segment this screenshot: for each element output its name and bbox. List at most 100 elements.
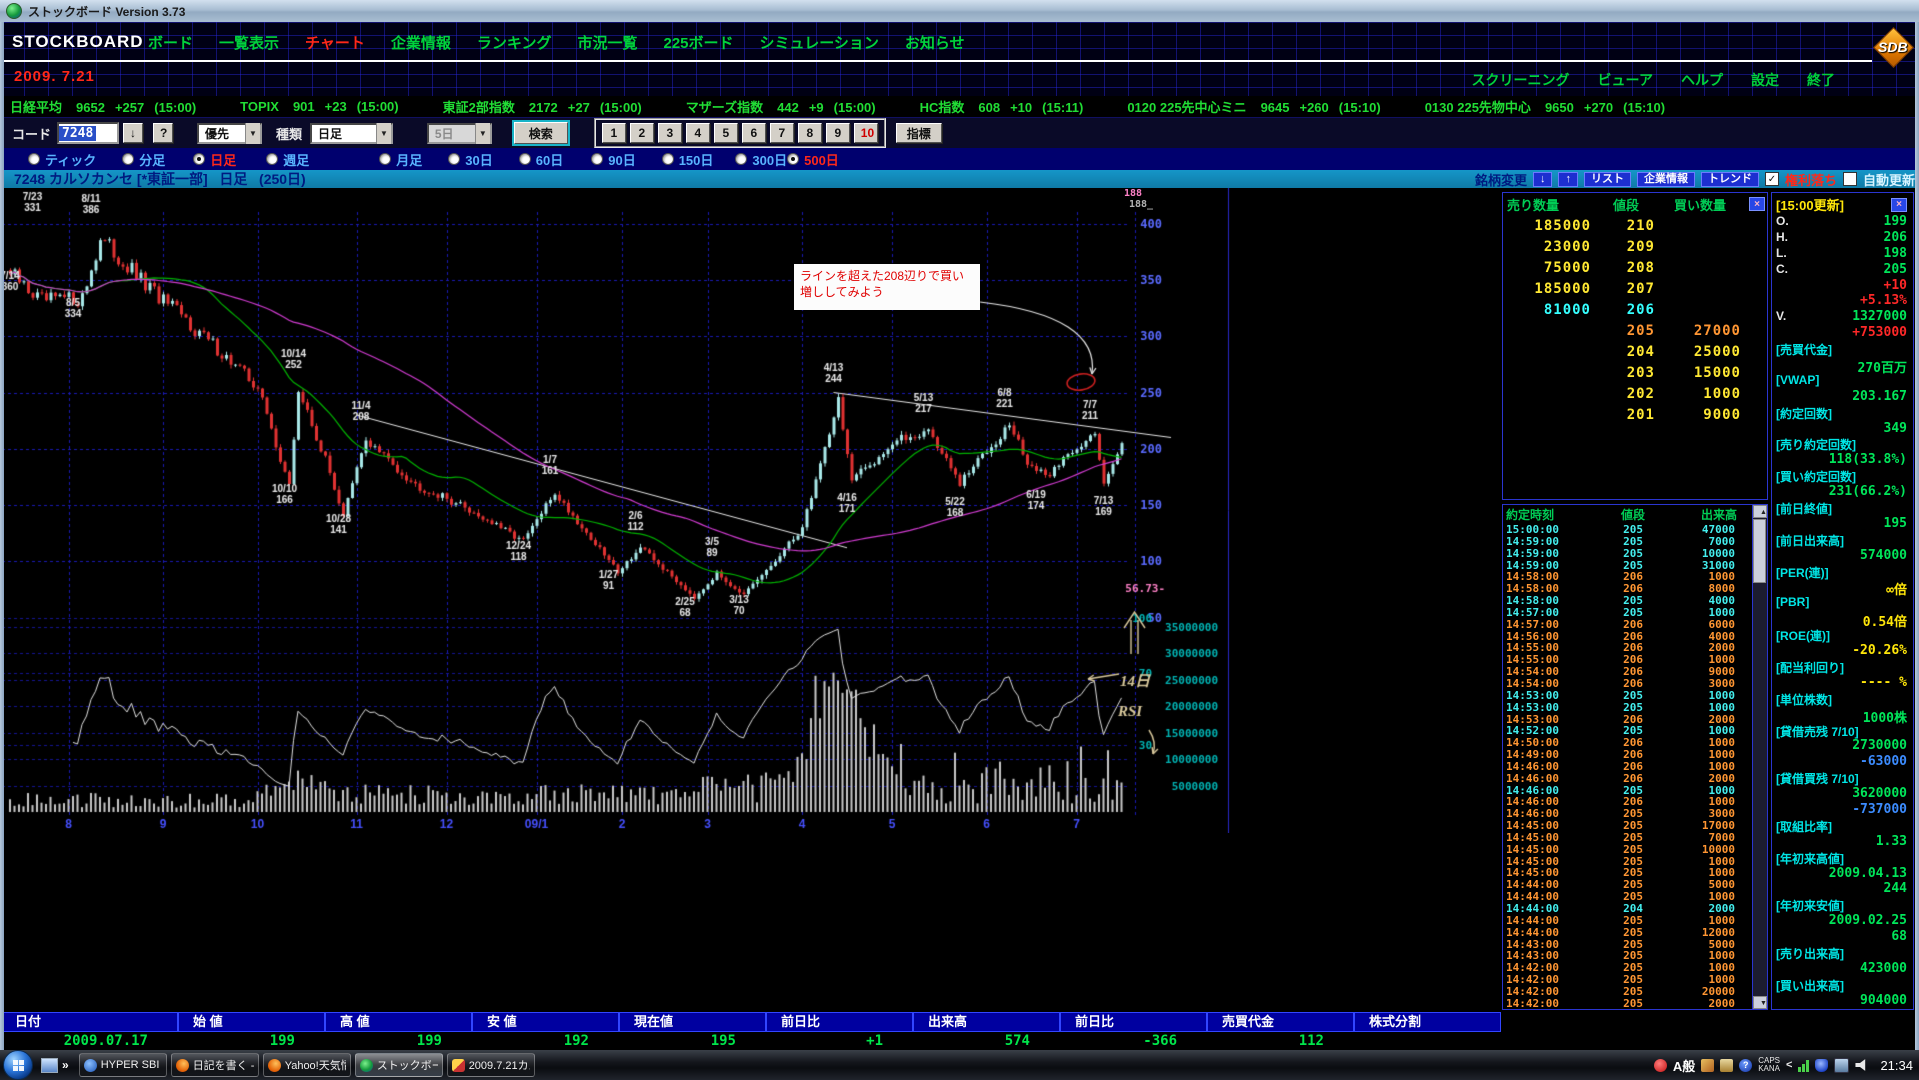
order-book-row: 2021000 <box>1503 383 1767 404</box>
stat-line: 2730000 <box>1776 738 1909 754</box>
caps-kana-indicator[interactable]: CAPSKANA <box>1758 1057 1780 1073</box>
trade-row: 14:45:0020510000 <box>1503 843 1753 855</box>
code-input[interactable]: 7248 <box>57 122 119 144</box>
close-icon[interactable]: × <box>1891 198 1907 212</box>
timeframe-radio[interactable]: ティック <box>28 150 96 169</box>
type-select[interactable]: 日足▼ <box>310 123 393 144</box>
timeframe-radio[interactable]: 週足 <box>266 150 309 169</box>
timeframe-radio[interactable]: 分足 <box>122 150 165 169</box>
stat-line: [貸借売残 7/10] <box>1776 723 1909 739</box>
order-book-panel: 売り数量 値段 買い数量 × 185000210 23000209 750002… <box>1502 192 1768 500</box>
index-quote: TOPIX901+23(15:00) <box>240 98 398 116</box>
stat-line: [売買代金] <box>1776 341 1909 357</box>
timeframe-radio[interactable]: 90日 <box>591 150 635 169</box>
network-icon[interactable] <box>1834 1058 1849 1073</box>
price-volume-rsi-chart[interactable] <box>2 188 1230 833</box>
indicator-button[interactable]: 指標 <box>896 123 942 143</box>
menu-item[interactable]: ヘルプ <box>1681 70 1723 90</box>
menu-item[interactable]: ランキング <box>477 32 552 53</box>
window-titlebar[interactable]: ストックボード Version 3.73 <box>0 0 1919 22</box>
page-number-button[interactable]: 9 <box>826 123 850 143</box>
taskbar-button[interactable]: HYPER SBI <box>79 1053 167 1077</box>
annotation-line: ラインを超えた208辺りで買い <box>800 268 974 284</box>
timeframe-radio[interactable]: 30日 <box>448 150 492 169</box>
symbol-down-button[interactable]: ↓ <box>1533 172 1553 187</box>
menu-item[interactable]: 設定 <box>1751 70 1779 90</box>
tray-expand-chevron[interactable]: < <box>1786 1059 1792 1071</box>
corner-price-label: 188_ <box>1129 199 1153 210</box>
time-sales-panel: 約定時刻 値段 出来高 15:00:0020547000 14:59:00205… <box>1502 504 1768 1010</box>
help-button[interactable]: ? <box>153 123 173 143</box>
trade-row: 15:00:0020547000 <box>1503 523 1753 535</box>
page-number-button[interactable]: 1 <box>602 123 626 143</box>
stat-line: 423000 <box>1776 961 1909 977</box>
menu-item[interactable]: スクリーニング <box>1472 70 1570 90</box>
menu-item[interactable]: 一覧表示 <box>219 32 279 53</box>
taskbar-button[interactable]: 日記を書く - Mozil... <box>171 1053 259 1077</box>
page-number-button[interactable]: 3 <box>658 123 682 143</box>
taskbar-buttons: HYPER SBI 日記を書く - Mozil... Yahoo!天気情報 - … <box>79 1053 535 1077</box>
taskbar-button[interactable]: 2009.7.21カルソ... <box>447 1053 535 1077</box>
page-number-button[interactable]: 6 <box>742 123 766 143</box>
code-spin-button[interactable]: ↓ <box>123 123 143 143</box>
order-book-row: 81000206 <box>1503 299 1767 320</box>
scrollbar-thumb[interactable] <box>1753 519 1766 583</box>
ime-mode-indicator[interactable]: A般 <box>1673 1056 1695 1075</box>
summary-value: 199 <box>325 1033 472 1049</box>
volume-icon[interactable] <box>1855 1059 1868 1072</box>
timeframe-radio[interactable]: 日足 <box>193 150 236 169</box>
stat-line: [約定回数] <box>1776 405 1909 421</box>
trend-button[interactable]: トレンド <box>1701 172 1759 187</box>
ime-help-icon[interactable]: ? <box>1739 1059 1752 1072</box>
taskbar-button[interactable]: ストックボード[Ve... <box>355 1053 443 1077</box>
status-tray-icon[interactable] <box>1654 1059 1667 1072</box>
menu-item[interactable]: 終了 <box>1807 70 1835 90</box>
auto-update-checkbox[interactable] <box>1843 172 1857 186</box>
menu-item[interactable]: シミュレーション <box>760 32 879 53</box>
page-number-button[interactable]: 10 <box>854 123 878 143</box>
radio-icon <box>519 153 531 165</box>
page-number-button[interactable]: 4 <box>686 123 710 143</box>
trade-row: 14:44:002055000 <box>1503 878 1753 890</box>
timeframe-radio[interactable]: 月足 <box>379 150 422 169</box>
security-shield-icon[interactable] <box>1815 1059 1828 1072</box>
scroll-down-icon[interactable]: ▼ <box>1753 996 1767 1009</box>
page-number-button[interactable]: 8 <box>798 123 822 143</box>
corp-info-button[interactable]: 企業情報 <box>1637 172 1695 187</box>
menu-item[interactable]: お知らせ <box>905 32 965 53</box>
menu-item[interactable]: 市況一覧 <box>577 32 637 53</box>
radio-icon <box>193 153 205 165</box>
page-number-button[interactable]: 7 <box>770 123 794 143</box>
list-button[interactable]: リスト <box>1584 172 1631 187</box>
timeframe-radio[interactable]: 500日 <box>787 150 839 169</box>
menu-item[interactable]: ボード <box>148 32 193 53</box>
stat-line: -63000 <box>1776 754 1909 770</box>
trade-row: 14:53:002051000 <box>1503 689 1753 701</box>
page-number-button[interactable]: 5 <box>714 123 738 143</box>
scrollbar[interactable]: ▲ ▼ <box>1752 505 1767 1009</box>
page-number-button[interactable]: 2 <box>630 123 654 143</box>
timeframe-radio[interactable]: 300日 <box>735 150 787 169</box>
menu-item[interactable]: チャート <box>305 32 365 53</box>
symbol-up-button[interactable]: ↑ <box>1558 172 1578 187</box>
show-desktop-icon[interactable] <box>41 1058 58 1073</box>
rights-checkbox[interactable]: ✓ <box>1765 172 1779 186</box>
ime-tools-icon[interactable] <box>1701 1059 1714 1072</box>
radio-icon <box>662 153 674 165</box>
chart-title: 7248 カルソカンセ [*東証一部] 日足 (250日) <box>14 169 306 189</box>
taskbar-button[interactable]: Yahoo!天気情報 - ... <box>263 1053 351 1077</box>
close-icon[interactable]: × <box>1749 197 1765 211</box>
timeframe-radio[interactable]: 60日 <box>519 150 563 169</box>
timeframe-radio[interactable]: 150日 <box>662 150 714 169</box>
scroll-up-icon[interactable]: ▲ <box>1753 505 1767 518</box>
start-button[interactable] <box>3 1050 33 1080</box>
summary-header-row: 日付始 値高 値安 値現在値前日比出来高前日比売買代金株式分割 <box>0 1012 1919 1032</box>
signal-strength-icon[interactable] <box>1798 1059 1809 1072</box>
menu-item[interactable]: 企業情報 <box>391 32 451 53</box>
search-button[interactable]: 検索 <box>514 122 568 144</box>
priority-select[interactable]: 優先▼ <box>197 123 262 144</box>
ime-pad-icon[interactable] <box>1720 1059 1733 1072</box>
toolbar-expand-chevron[interactable]: » <box>62 1058 69 1072</box>
menu-item[interactable]: ビューア <box>1598 70 1653 90</box>
menu-item[interactable]: 225ボード <box>663 32 733 53</box>
